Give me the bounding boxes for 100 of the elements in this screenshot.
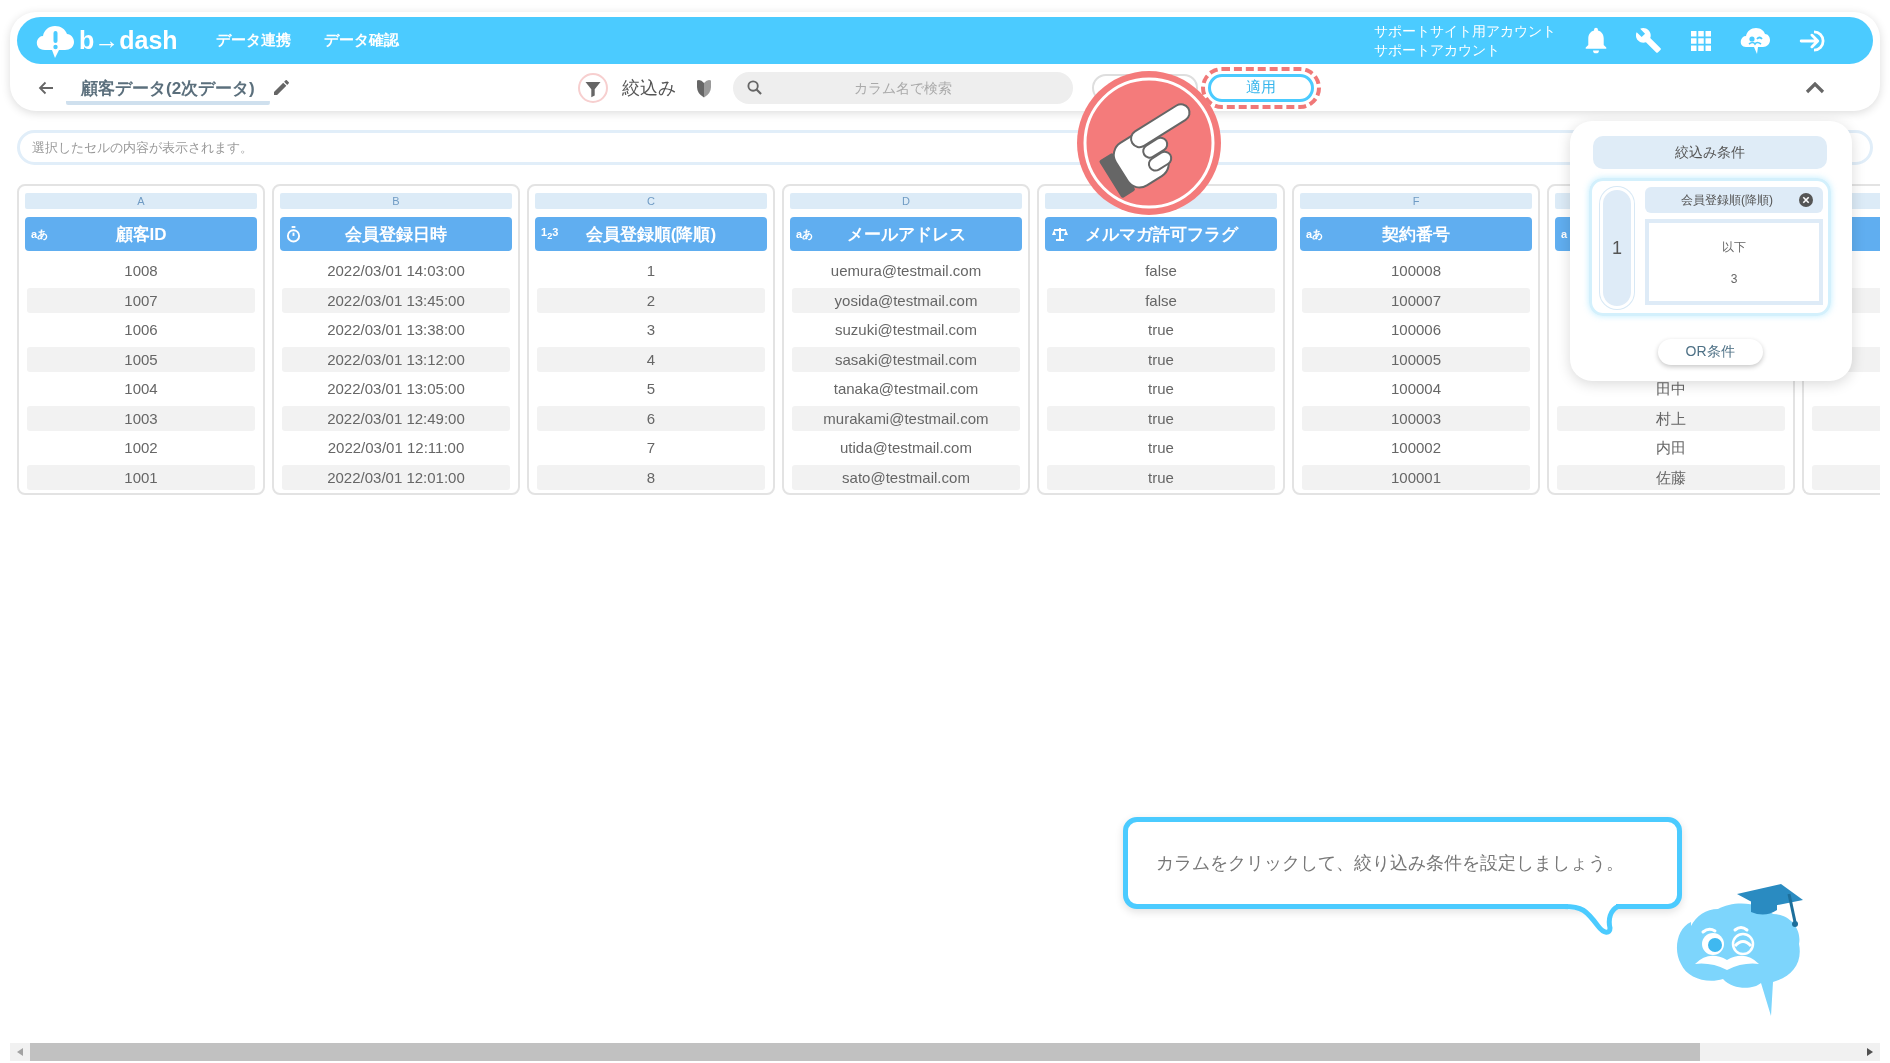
table-cell-text: 3 xyxy=(645,320,657,340)
cloud-logo-icon xyxy=(36,23,74,58)
table-cell: 6 xyxy=(537,405,765,431)
logo-text[interactable]: b→dash xyxy=(79,26,178,55)
type-label: aあ xyxy=(30,226,49,242)
table-cell: 2022/03/01 12:01:00 xyxy=(282,464,510,490)
scroll-left-icon[interactable] xyxy=(17,1048,23,1056)
table-cell: 1001 xyxy=(27,464,255,490)
search-field[interactable]: カラム名で検索 xyxy=(732,71,1073,104)
operator-text: 以下 xyxy=(1722,238,1746,256)
table-cell-text: 2022/03/01 13:05:00 xyxy=(326,379,466,399)
type-label: aあ xyxy=(1305,226,1324,242)
table-cell-text: 100002 xyxy=(1389,438,1443,458)
table-cell: 100007 xyxy=(1302,287,1530,313)
filter-icon[interactable] xyxy=(577,72,608,103)
column-letter: C xyxy=(535,193,767,209)
type-label: a xyxy=(1560,228,1568,240)
table-cell-text: tanaka@testmail.com xyxy=(832,379,980,399)
table-cell: 1007 xyxy=(27,287,255,313)
table-cell-text: 2022/03/01 13:38:00 xyxy=(326,320,466,340)
scale-icon xyxy=(1051,226,1069,242)
account-site-name: サポートサイト用アカウント xyxy=(1374,21,1556,41)
table-cell-text: utida@testmail.com xyxy=(839,438,973,458)
bell-icon[interactable] xyxy=(1585,27,1607,54)
column-letter: D xyxy=(790,193,1022,209)
table-cell-text: 5 xyxy=(645,379,657,399)
nav-link[interactable]: データ連携 xyxy=(215,31,291,50)
table-cell: 100003 xyxy=(1302,405,1530,431)
back-arrow-icon[interactable] xyxy=(38,80,54,95)
table-cell: 佐藤 xyxy=(1557,464,1785,490)
column-header[interactable]: aあ 顧客ID xyxy=(25,217,257,251)
table-cell-text: true xyxy=(1147,379,1175,399)
column-header[interactable]: aあ メールアドレス xyxy=(790,217,1022,251)
table-cell: 2022/03/01 12:49:00 xyxy=(282,405,510,431)
table-cell-text: suzuki@testmail.com xyxy=(834,320,978,340)
column-header[interactable]: メルマガ許可フラグ xyxy=(1045,217,1277,251)
filter-label[interactable]: 絞込み xyxy=(621,75,676,100)
column-header[interactable]: 1$_{2}$3 会員登録順(降順) xyxy=(535,217,767,251)
tooltip-message: カラムをクリックして、絞り込み条件を設定しましょう。 xyxy=(1156,852,1624,875)
table-cell-text: 100008 xyxy=(1389,261,1443,281)
nav-link[interactable]: データ確認 xyxy=(323,31,399,50)
table-cell: 2022/03/01 13:12:00 xyxy=(282,346,510,372)
table-cell: 100005 xyxy=(1302,346,1530,372)
table-cell: true xyxy=(1047,405,1275,431)
table-cell-text: 2022/03/01 14:03:00 xyxy=(326,261,466,281)
chevron-up-icon[interactable] xyxy=(1805,81,1825,94)
table-cell-text: 100004 xyxy=(1389,379,1443,399)
account-name: サポートアカウント xyxy=(1374,40,1501,60)
column-header[interactable]: 会員登録日時 xyxy=(280,217,512,251)
table-cell-text: 1 xyxy=(645,261,657,281)
value-text: 3 xyxy=(1730,271,1738,286)
condition-box[interactable]: 以下 3 xyxy=(1645,219,1823,305)
table-cell: 1003 xyxy=(27,405,255,431)
condition-chip[interactable]: 会員登録順(降順) xyxy=(1645,187,1823,213)
search-icon xyxy=(746,79,762,95)
type-label: 1$_{2}$3 xyxy=(540,226,559,242)
panel-title: 絞込み条件 xyxy=(1593,136,1827,169)
table-title: 顧客データ(2次データ) xyxy=(66,76,270,105)
scroll-right-icon[interactable] xyxy=(1867,1048,1873,1056)
wrench-icon[interactable] xyxy=(1636,27,1662,54)
column-letter: A xyxy=(25,193,257,209)
type-label: aあ xyxy=(795,226,814,242)
table-cell: 100001 xyxy=(1302,464,1530,490)
table-cell: 2022/03/01 13:45:00 xyxy=(282,287,510,313)
table-cell: 8 xyxy=(537,464,765,490)
pencil-icon[interactable] xyxy=(273,80,289,95)
table-cell-text: true xyxy=(1147,438,1175,458)
table-cell: yosida@testmail.com xyxy=(792,287,1020,313)
table-cell: 村上 xyxy=(1557,405,1785,431)
table-cell: true xyxy=(1047,464,1275,490)
table-cell-text: 2022/03/01 12:11:00 xyxy=(326,438,466,458)
column-letter: F xyxy=(1300,193,1532,209)
table-cell: 2 xyxy=(537,287,765,313)
table-cell-text: 内田 xyxy=(1655,438,1687,458)
table-cell-text: 1008 xyxy=(123,261,159,281)
table-cell: 1005 xyxy=(27,346,255,372)
table-cell-text: 田中 xyxy=(1655,379,1687,399)
table-cell: sasaki@testmail.com xyxy=(792,346,1020,372)
table-cell-text: 1002 xyxy=(123,438,159,458)
table-cell: false xyxy=(1047,287,1275,313)
column-header[interactable]: aあ 契約番号 xyxy=(1300,217,1532,251)
group-number: 1 xyxy=(1600,187,1634,309)
close-icon[interactable] xyxy=(1799,193,1813,207)
or-condition-button[interactable]: OR条件 xyxy=(1657,339,1763,365)
shield-icon[interactable] xyxy=(695,77,712,98)
apply-button[interactable]: 適用 xyxy=(1207,73,1314,102)
stopwatch-icon xyxy=(286,225,301,243)
table-cell-text: 1006 xyxy=(123,320,159,340)
table-cell: sato@testmail.com xyxy=(792,464,1020,490)
cloud-face-icon[interactable] xyxy=(1740,26,1770,55)
table-cell-text: 100006 xyxy=(1389,320,1443,340)
column-letter: B xyxy=(280,193,512,209)
table-cell-text: 7 xyxy=(645,438,657,458)
table-cell-text: 1004 xyxy=(123,379,159,399)
table-cell: murakami@testmail.com xyxy=(792,405,1020,431)
table-cell-text: uemura@testmail.com xyxy=(829,261,983,281)
table-cell: true xyxy=(1047,346,1275,372)
table-cell-text: false xyxy=(1144,261,1178,281)
table-cell: 4 xyxy=(537,346,765,372)
grid-menu-icon[interactable] xyxy=(1691,30,1711,51)
